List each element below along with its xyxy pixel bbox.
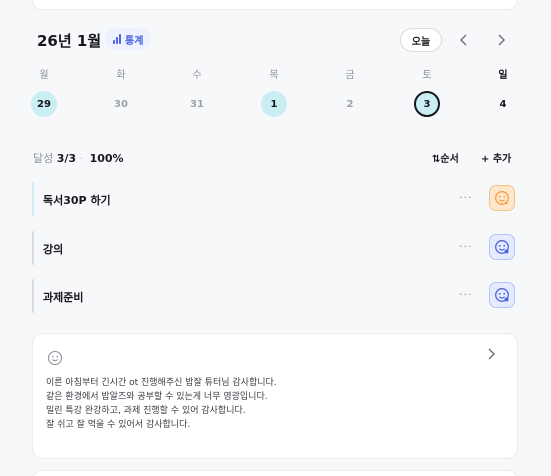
date-cell[interactable]: 30 (108, 91, 134, 117)
progress-row: 달성 3/3 · 100% ⇅순서 + 추가 (33, 150, 523, 166)
progress-label: 달성 (33, 152, 54, 165)
weekday-label: 수 (192, 70, 202, 81)
progress-summary: 달성 3/3 · 100% (33, 152, 124, 165)
date-cell-selected[interactable]: 3 (414, 91, 440, 117)
date-cell[interactable]: 29 (31, 91, 57, 117)
calendar-header: 26년 1월 통계 오늘 (37, 27, 517, 53)
memo-line: 밀린 특강 완강하고, 과제 진행할 수 있어 감사합니다. (46, 406, 246, 416)
month-title: 26년 1월 (37, 32, 102, 50)
smile-outline-icon (47, 350, 63, 370)
progress-percent: 100% (89, 152, 124, 165)
memo-card[interactable]: 이른 아침부터 긴시간 ot 진행해주신 밥잘 튜터님 감사합니다. 같은 환경… (32, 333, 518, 459)
task-color-bar (32, 182, 34, 216)
chevron-right-icon[interactable] (492, 31, 510, 49)
sort-button[interactable]: ⇅순서 (432, 150, 459, 165)
task-color-bar (32, 231, 34, 265)
task-color-bar (32, 279, 34, 313)
date-cell[interactable]: 31 (184, 91, 210, 117)
task-title: 독서30P 하기 (43, 194, 111, 207)
stats-button[interactable]: 통계 (105, 28, 152, 50)
face-blue-icon[interactable] (489, 282, 515, 308)
weekday-label: 일 (498, 70, 508, 81)
face-orange-icon[interactable] (489, 185, 515, 211)
task-title: 강의 (43, 243, 64, 256)
add-button[interactable]: + 추가 (481, 150, 511, 165)
face-blue-icon[interactable] (489, 234, 515, 260)
date-cell[interactable]: 2 (337, 91, 363, 117)
more-icon[interactable]: ··· (459, 240, 473, 253)
stats-label: 통계 (125, 35, 144, 47)
weekday-label: 토 (422, 70, 432, 81)
task-item[interactable]: 과제준비 ··· (32, 279, 518, 313)
weekday-label: 화 (116, 70, 126, 81)
weekday-label: 목 (269, 70, 279, 81)
weekday-label: 금 (345, 70, 355, 81)
chevron-right-icon[interactable] (487, 348, 495, 364)
task-title: 과제준비 (43, 291, 84, 304)
today-button[interactable]: 오늘 (400, 28, 442, 52)
weekday-row: 월 화 수 목 금 토 일 (22, 66, 522, 90)
chevron-left-icon[interactable] (455, 31, 473, 49)
date-row: 29 30 31 1 2 3 4 (22, 91, 522, 117)
weekday-label: 월 (39, 70, 49, 81)
more-icon[interactable]: ··· (459, 288, 473, 301)
memo-line: 이른 아침부터 긴시간 ot 진행해주신 밥잘 튜터님 감사합니다. (46, 378, 277, 388)
memo-line: 잘 쉬고 잘 먹을 수 있어서 감사합니다. (46, 420, 191, 430)
more-icon[interactable]: ··· (459, 191, 473, 204)
memo-line: 같은 환경에서 밥알즈와 공부할 수 있는게 너무 영광입니다. (46, 392, 268, 402)
progress-count: 3/3 (56, 152, 77, 165)
date-cell[interactable]: 4 (490, 91, 516, 117)
task-item[interactable]: 강의 ··· (32, 231, 518, 265)
date-cell[interactable]: 1 (261, 91, 287, 117)
memo-text: 이른 아침부터 긴시간 ot 진행해주신 밥잘 튜터님 감사합니다. 같은 환경… (46, 376, 277, 432)
task-item[interactable]: 독서30P 하기 ··· (32, 182, 518, 216)
previous-card (32, 0, 518, 10)
next-card (32, 470, 518, 476)
bar-chart-icon (113, 34, 121, 44)
